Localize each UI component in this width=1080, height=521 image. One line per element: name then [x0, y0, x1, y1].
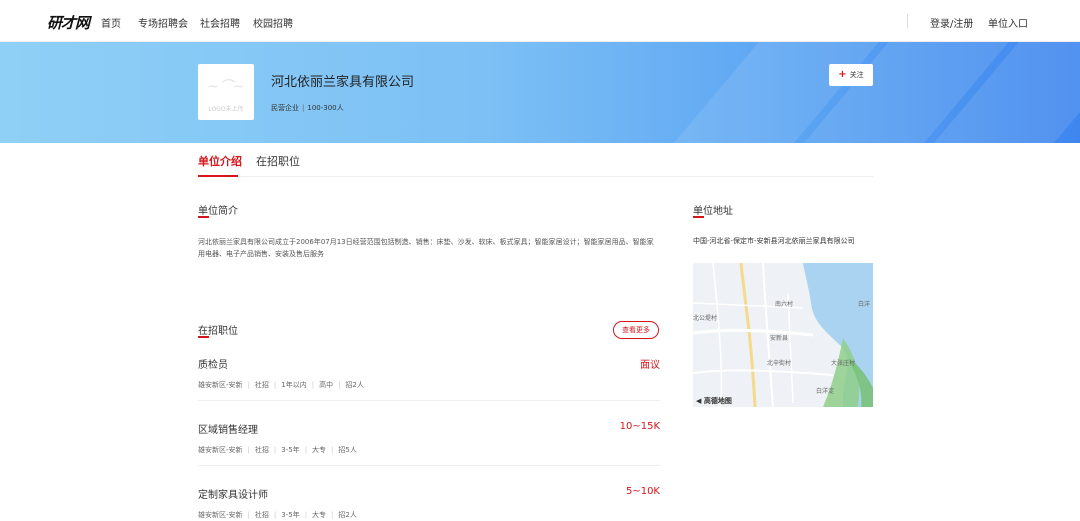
job-type: 社招 [243, 381, 269, 389]
map-label: 南六村 [775, 301, 794, 308]
intro-text: 河北依丽兰家具有限公司成立于2006年07月13日经营范围包括制造、销售：床垫、… [198, 238, 654, 258]
job-education: 高中 [307, 381, 333, 389]
map-label: 白洋 [858, 301, 871, 308]
site-logo[interactable]: 研才网 [47, 12, 90, 33]
company-size: 100-300人 [307, 104, 344, 112]
company-entry-link[interactable]: 单位入口 [988, 15, 1028, 30]
tab-open-positions[interactable]: 在招职位 [256, 153, 300, 169]
address-title-mark [693, 216, 704, 218]
job-title[interactable]: 定制家具设计师 [198, 486, 268, 501]
nav-home[interactable]: 首页 [101, 15, 121, 30]
location-map[interactable]: 南六村 白洋 北公堤村 安新县 北辛街村 大张庄村 白洋淀 ◀ 高德地图 [693, 263, 873, 407]
map-brand-label: 高德地图 [703, 397, 732, 405]
positions-title: 在招职位 [198, 326, 238, 337]
positions-title-mark [198, 336, 209, 338]
job-divider [198, 400, 660, 401]
logo-placeholder-note: LOGO未上传 [208, 106, 244, 113]
job-salary: 面议 [640, 360, 660, 371]
logo-placeholder-icon: ~⌒~ [207, 79, 245, 95]
job-type: 社招 [243, 511, 269, 519]
job-salary: 5~10K [625, 486, 660, 497]
company-banner: ~⌒~ LOGO未上传 河北依丽兰家具有限公司 民营企业 | 100-300人 + … [0, 42, 1080, 143]
nav-special-fairs[interactable]: 专场招聘会 [138, 15, 188, 30]
job-title[interactable]: 质检员 [198, 356, 228, 371]
map-pointer-icon: ◀ [696, 397, 702, 405]
map-label: 白洋淀 [816, 388, 835, 395]
job-headcount: 招2人 [326, 511, 357, 519]
job-location: 雄安新区-安新 [198, 446, 243, 454]
job-headcount: 招5人 [326, 446, 357, 454]
nav-campus-recruitment[interactable]: 校园招聘 [253, 15, 293, 30]
map-label: 安新县 [770, 335, 789, 342]
job-experience: 3-5年 [269, 511, 300, 519]
map-label: 北公堤村 [693, 315, 718, 322]
view-more-button[interactable]: 查看更多 [613, 321, 659, 339]
tabs-divider [198, 176, 873, 177]
company-meta: 民营企业 | 100-300人 [271, 104, 344, 112]
company-logo: ~⌒~ LOGO未上传 [198, 64, 254, 120]
company-type: 民营企业 [271, 104, 299, 112]
address-title: 单位地址 [693, 206, 733, 217]
login-register-link[interactable]: 登录/注册 [930, 15, 973, 30]
nav-divider [907, 14, 908, 28]
top-nav: 研才网 首页 专场招聘会 社会招聘 校园招聘 登录/注册 单位入口 [0, 0, 1080, 42]
intro-title-mark [198, 216, 209, 218]
map-label: 北辛街村 [767, 360, 792, 367]
job-meta: 雄安新区-安新社招1年以内高中招2人 [198, 380, 364, 390]
address-text: 中国-河北省-保定市-安新县河北依丽兰家具有限公司 [693, 237, 855, 245]
job-type: 社招 [243, 446, 269, 454]
job-location: 雄安新区-安新 [198, 511, 243, 519]
job-education: 大专 [300, 446, 326, 454]
job-title[interactable]: 区域销售经理 [198, 421, 258, 436]
plus-icon: + [838, 69, 847, 80]
job-meta: 雄安新区-安新社招3-5年大专招2人 [198, 510, 357, 520]
map-label: 大张庄村 [831, 360, 856, 367]
job-divider [198, 465, 660, 466]
job-education: 大专 [300, 511, 326, 519]
active-tab-indicator [198, 175, 238, 177]
intro-title: 单位简介 [198, 206, 238, 217]
map-brand: ◀ 高德地图 [696, 396, 732, 406]
follow-label: 关注 [849, 71, 864, 79]
job-experience: 3-5年 [269, 446, 300, 454]
job-location: 雄安新区-安新 [198, 381, 243, 389]
follow-button[interactable]: + 关注 [829, 64, 873, 86]
job-headcount: 招2人 [333, 381, 364, 389]
job-meta: 雄安新区-安新社招3-5年大专招5人 [198, 445, 357, 455]
nav-social-recruitment[interactable]: 社会招聘 [200, 15, 240, 30]
tab-company-intro[interactable]: 单位介绍 [198, 153, 242, 169]
job-salary: 10~15K [619, 421, 660, 432]
company-name: 河北依丽兰家具有限公司 [271, 75, 415, 90]
job-experience: 1年以内 [269, 381, 307, 389]
